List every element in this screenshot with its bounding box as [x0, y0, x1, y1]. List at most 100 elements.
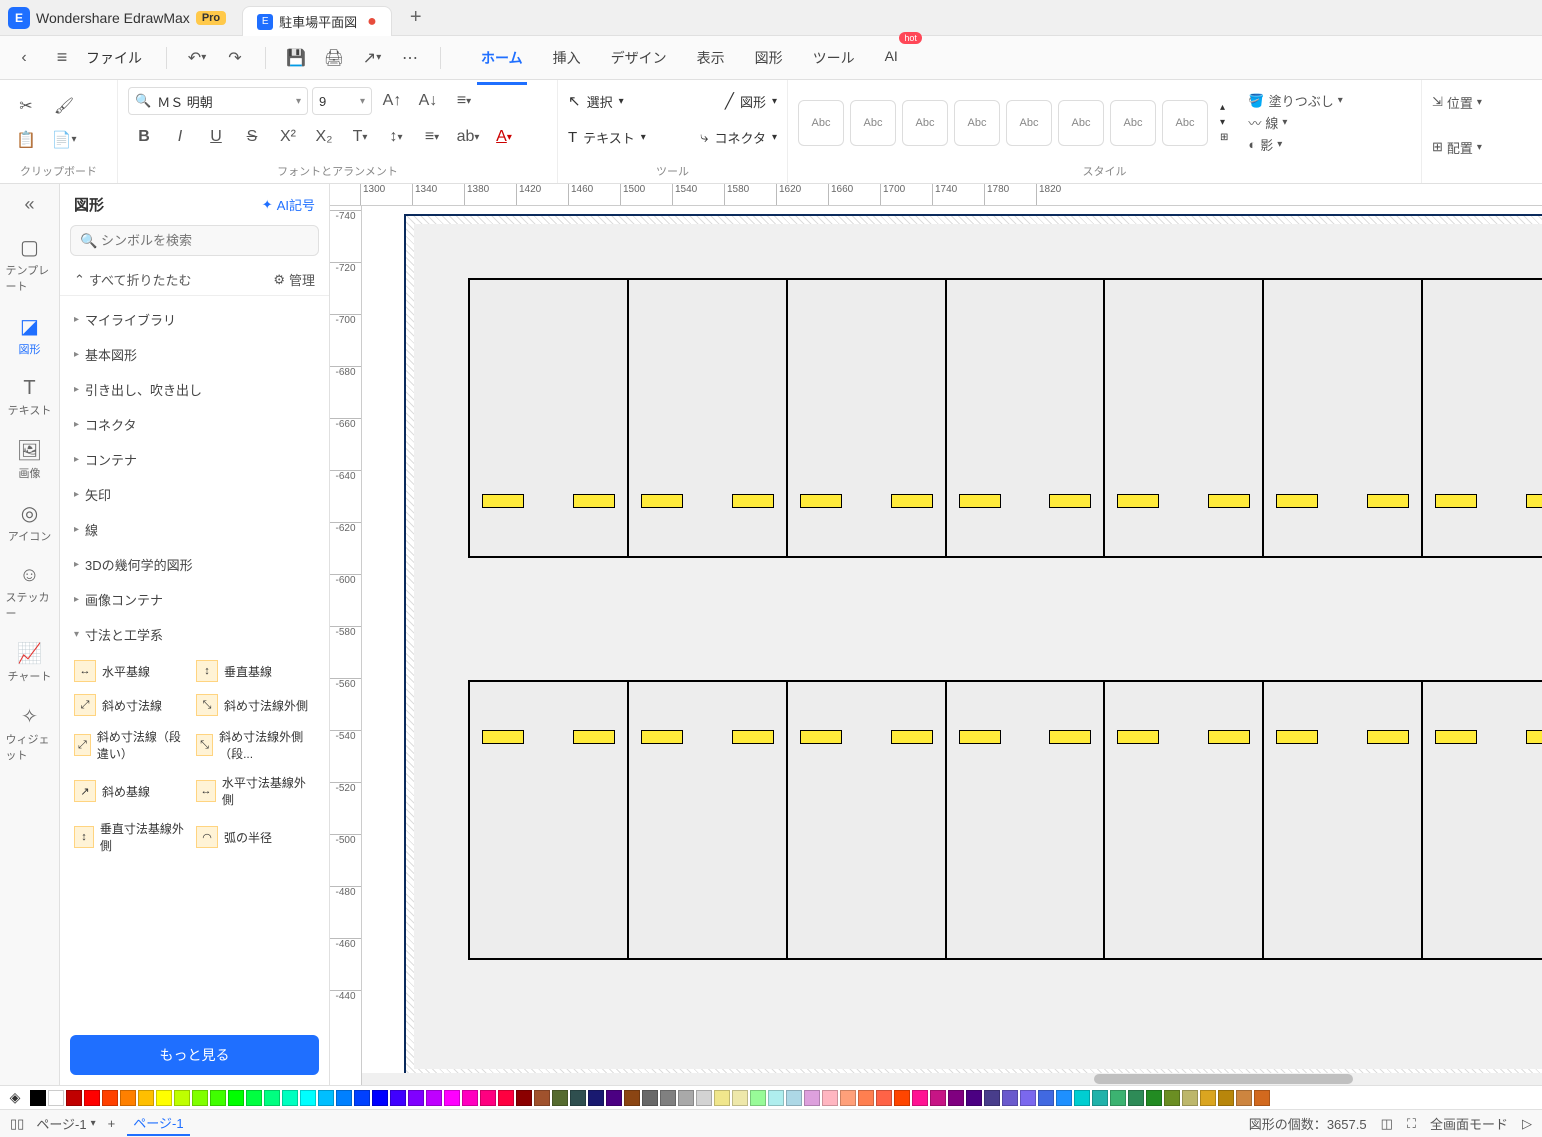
position-button[interactable]: ⇲位置▾ — [1432, 93, 1482, 112]
select-tool[interactable]: ↖ 選択 ▾ ╱ 図形 ▾ — [568, 86, 777, 116]
increase-font-button[interactable]: A↑ — [376, 86, 408, 116]
symbol-item[interactable]: ⤡斜め寸法線外側 — [192, 690, 312, 720]
car-shape[interactable] — [959, 730, 1001, 744]
ribbon-tab-design[interactable]: デザイン — [607, 40, 671, 76]
font-color-button[interactable]: A▾ — [488, 122, 520, 152]
color-swatch[interactable] — [1164, 1090, 1180, 1106]
color-swatch[interactable] — [1236, 1090, 1252, 1106]
parking-slot[interactable] — [1423, 280, 1542, 556]
color-swatch[interactable] — [1146, 1090, 1162, 1106]
copy-button[interactable]: 📋 — [10, 125, 42, 155]
style-swatch[interactable]: Abc — [798, 100, 844, 146]
undo-button[interactable]: ↶▾ — [183, 44, 211, 72]
category-item[interactable]: ▸基本図形 — [60, 337, 329, 372]
ribbon-tab-view[interactable]: 表示 — [693, 40, 729, 76]
subscript-button[interactable]: X₂ — [308, 122, 340, 152]
color-swatch[interactable] — [48, 1090, 64, 1106]
parking-slot[interactable] — [1423, 682, 1542, 958]
underline-button[interactable]: U — [200, 122, 232, 152]
category-item[interactable]: ▸画像コンテナ — [60, 582, 329, 617]
canvas[interactable] — [362, 206, 1542, 1085]
color-swatch[interactable] — [1020, 1090, 1036, 1106]
color-swatch[interactable] — [246, 1090, 262, 1106]
symbol-item[interactable]: ⤡斜め寸法線外側（段... — [192, 724, 312, 766]
color-swatch[interactable] — [984, 1090, 1000, 1106]
color-swatch[interactable] — [768, 1090, 784, 1106]
style-more-button[interactable]: ⊞ — [1220, 132, 1228, 143]
color-swatch[interactable] — [156, 1090, 172, 1106]
parking-slot[interactable] — [788, 682, 947, 958]
color-swatch[interactable] — [786, 1090, 802, 1106]
category-item[interactable]: ▸コネクタ — [60, 407, 329, 442]
symbol-item[interactable]: ↕垂直基線 — [192, 656, 312, 686]
color-swatch[interactable] — [876, 1090, 892, 1106]
color-swatch[interactable] — [66, 1090, 82, 1106]
color-swatch[interactable] — [228, 1090, 244, 1106]
italic-button[interactable]: I — [164, 122, 196, 152]
car-shape[interactable] — [1049, 494, 1091, 508]
color-swatch[interactable] — [264, 1090, 280, 1106]
fit-screen-button[interactable]: ⛶ — [1407, 1116, 1416, 1132]
style-swatch[interactable]: Abc — [1162, 100, 1208, 146]
parking-slot[interactable] — [629, 280, 788, 556]
color-swatch[interactable] — [948, 1090, 964, 1106]
color-swatch[interactable] — [516, 1090, 532, 1106]
pages-panel-button[interactable]: ▯▯ — [10, 1116, 24, 1132]
symbol-item[interactable]: ↔水平基線 — [70, 656, 190, 686]
color-swatch[interactable] — [930, 1090, 946, 1106]
parking-slot[interactable] — [947, 280, 1106, 556]
font-name-dropdown[interactable]: 🔍 ＭＳ 明朝 ▾ — [128, 87, 308, 115]
color-swatch[interactable] — [804, 1090, 820, 1106]
fill-button[interactable]: 🪣塗りつぶし▾ — [1248, 91, 1342, 110]
symbol-item[interactable]: ◠弧の半径 — [192, 816, 312, 858]
symbol-item[interactable]: ⤢斜め寸法線（段違い） — [70, 724, 190, 766]
style-swatch[interactable]: Abc — [1110, 100, 1156, 146]
color-swatch[interactable] — [300, 1090, 316, 1106]
horizontal-scrollbar[interactable] — [362, 1073, 1542, 1085]
car-shape[interactable] — [1117, 730, 1159, 744]
car-shape[interactable] — [1367, 494, 1409, 508]
color-swatch[interactable] — [1074, 1090, 1090, 1106]
parking-row[interactable] — [468, 680, 1542, 960]
symbol-item[interactable]: ⤢斜め寸法線 — [70, 690, 190, 720]
color-swatch[interactable] — [642, 1090, 658, 1106]
car-shape[interactable] — [800, 730, 842, 744]
cut-button[interactable]: ✂ — [10, 91, 42, 121]
car-shape[interactable] — [1435, 730, 1477, 744]
parking-row[interactable] — [468, 278, 1542, 558]
back-button[interactable]: ‹ — [10, 44, 38, 72]
shadow-button[interactable]: ◐影▾ — [1248, 135, 1342, 154]
car-shape[interactable] — [732, 494, 774, 508]
font-size-dropdown[interactable]: 9 ▾ — [312, 87, 372, 115]
color-swatch[interactable] — [624, 1090, 640, 1106]
hamburger-icon[interactable]: ≡ — [48, 44, 76, 72]
parking-slot[interactable] — [470, 682, 629, 958]
paste-button[interactable]: 📄▾ — [48, 125, 80, 155]
category-item[interactable]: ▸コンテナ — [60, 442, 329, 477]
color-swatch[interactable] — [660, 1090, 676, 1106]
color-swatch[interactable] — [138, 1090, 154, 1106]
color-swatch[interactable] — [30, 1090, 46, 1106]
color-swatch[interactable] — [750, 1090, 766, 1106]
color-swatch[interactable] — [714, 1090, 730, 1106]
decrease-font-button[interactable]: A↓ — [412, 86, 444, 116]
color-swatch[interactable] — [822, 1090, 838, 1106]
add-page-button[interactable]: + — [108, 1116, 116, 1131]
style-swatch[interactable]: Abc — [850, 100, 896, 146]
color-swatch[interactable] — [1254, 1090, 1270, 1106]
style-up-button[interactable]: ▴ — [1220, 102, 1228, 113]
style-swatch[interactable]: Abc — [954, 100, 1000, 146]
color-swatch[interactable] — [588, 1090, 604, 1106]
format-painter-button[interactable]: 🖌 — [48, 91, 80, 121]
ai-symbol-link[interactable]: ✦ AI記号 — [262, 195, 315, 214]
share-button[interactable]: ⋯ — [396, 44, 424, 72]
parking-slot[interactable] — [947, 682, 1106, 958]
bullet-list-button[interactable]: ≡▾ — [416, 122, 448, 152]
car-shape[interactable] — [1367, 730, 1409, 744]
category-item[interactable]: ▸線 — [60, 512, 329, 547]
car-shape[interactable] — [732, 730, 774, 744]
collapse-all-button[interactable]: ⌃ すべて折りたたむ — [74, 270, 191, 289]
color-swatch[interactable] — [1182, 1090, 1198, 1106]
color-swatch[interactable] — [102, 1090, 118, 1106]
car-shape[interactable] — [641, 730, 683, 744]
